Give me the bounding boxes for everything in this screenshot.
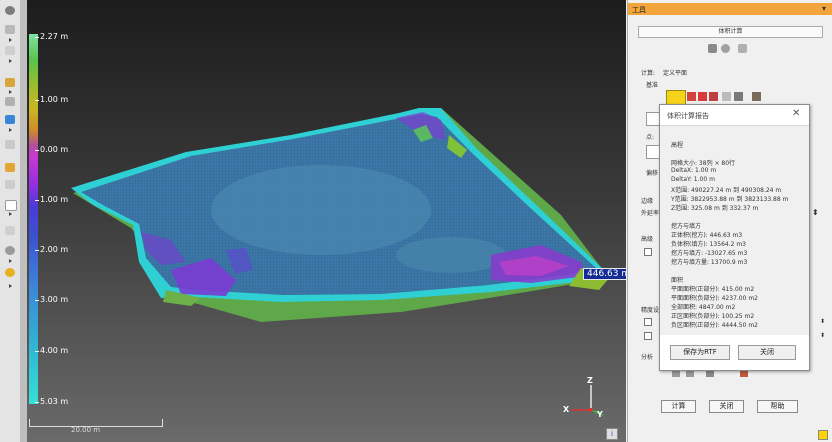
- tool-icon[interactable]: [721, 44, 730, 53]
- tool-icon[interactable]: [5, 6, 15, 15]
- report-line: DeltaY: 1.00 m: [671, 176, 715, 183]
- add-icon[interactable]: [698, 92, 707, 101]
- report-line: 面积: [671, 277, 684, 284]
- expand-arrow-icon[interactable]: [9, 59, 12, 63]
- chart-icon[interactable]: [740, 370, 748, 377]
- report-line: 挖方与填方量: 13700.9 m3: [671, 259, 748, 266]
- report-line: 挖方与填方: [671, 223, 702, 230]
- calc-button[interactable]: 计算: [661, 400, 696, 413]
- axis-icon[interactable]: [709, 92, 718, 101]
- close-icon[interactable]: ✕: [792, 108, 800, 119]
- report-line: 平面面积(负部分): 4237.00 m2: [671, 295, 758, 302]
- tool-icon[interactable]: [722, 92, 731, 101]
- tool-icon[interactable]: [752, 92, 761, 101]
- tool-icon[interactable]: [672, 370, 680, 377]
- tool-icon[interactable]: [5, 78, 15, 87]
- tool-icon[interactable]: [5, 115, 15, 124]
- 3d-viewport[interactable]: 2.27 m 1.00 m 0.00 m 1.00 m 2.00 m 3.00 …: [21, 0, 626, 442]
- tool-icon[interactable]: [5, 140, 15, 149]
- expand-arrow-icon[interactable]: [9, 90, 12, 94]
- section-label: 高级: [641, 236, 654, 243]
- close-button[interactable]: 关闭: [709, 400, 744, 413]
- section-label: 边缘: [641, 198, 654, 205]
- tool-icon[interactable]: [706, 370, 714, 377]
- report-body: 高程 网格大小: 38列 × 80行 DeltaX: 1.00 m DeltaY…: [660, 125, 809, 335]
- panel-title: 工具: [632, 6, 646, 14]
- report-line: Y范围: 3822953.88 m 到 3823133.88 m: [671, 196, 789, 203]
- point-label: 点:: [646, 134, 655, 141]
- tool-icon[interactable]: [686, 370, 694, 377]
- report-line: X范围: 490227.24 m 到 490308.24 m: [671, 187, 782, 194]
- report-line: 正区面积(负部分): 100.25 m2: [671, 313, 755, 320]
- axis-gizmo: [571, 385, 604, 416]
- pin-icon[interactable]: ▾: [822, 4, 826, 13]
- report-line: 平面面积(正部分): 415.00 m2: [671, 286, 755, 293]
- axis-y-label: Y: [597, 410, 603, 419]
- expand-arrow-icon[interactable]: [9, 212, 12, 216]
- plane-tool-icon[interactable]: [666, 90, 686, 105]
- report-line: 正体积(挖方): 446.63 m3: [671, 232, 743, 239]
- volume-report-dialog: 体积计算报告 ✕ 高程 网格大小: 38列 × 80行 DeltaX: 1.00…: [659, 104, 810, 371]
- report-line: 全部面积: 4847.00 m2: [671, 304, 736, 311]
- tool-icon[interactable]: [708, 44, 717, 53]
- expand-arrow-icon[interactable]: [9, 284, 12, 288]
- spin-icon[interactable]: ⬍: [812, 208, 819, 217]
- expand-arrow-icon[interactable]: [9, 259, 12, 263]
- record-icon[interactable]: [5, 268, 15, 277]
- checkbox[interactable]: [644, 248, 652, 256]
- tool-icon[interactable]: [5, 226, 15, 235]
- scale-label: 20.00 m: [71, 426, 101, 434]
- report-line: DeltaX: 1.00 m: [671, 167, 717, 174]
- expand-arrow-icon[interactable]: [9, 128, 12, 132]
- panel-header: 工具 ▾: [628, 3, 832, 15]
- volume-label: 446.63 m3: [583, 268, 626, 280]
- tool-icon[interactable]: [5, 200, 17, 211]
- report-line: Z范围: 325.08 m 到 332.37 m: [671, 205, 759, 212]
- section-label: 分析: [641, 354, 654, 361]
- tool-icon[interactable]: [687, 92, 696, 101]
- lock-icon[interactable]: [818, 430, 828, 440]
- report-line: 挖方与填方: -13027.65 m3: [671, 250, 748, 257]
- tool-icon[interactable]: [5, 25, 15, 34]
- dialog-close-button[interactable]: 关闭: [738, 345, 796, 360]
- tool-icon[interactable]: [5, 46, 15, 55]
- help-button[interactable]: 帮助: [757, 400, 798, 413]
- axis-z-label: Z: [587, 376, 593, 385]
- calc-value: 定义平面: [663, 70, 688, 77]
- spin-icon[interactable]: ⬍: [820, 332, 825, 339]
- tool-icon[interactable]: [5, 97, 15, 106]
- terrain-surface: [71, 108, 611, 322]
- warning-icon[interactable]: [5, 163, 15, 172]
- section-label: 外延率: [641, 210, 660, 217]
- report-line: 高程: [671, 142, 684, 149]
- checkbox[interactable]: [644, 318, 652, 326]
- dir-label: 偏移: [646, 170, 659, 177]
- calc-label: 计算:: [641, 70, 656, 77]
- tool-icon[interactable]: [738, 44, 747, 53]
- info-icon[interactable]: i: [606, 428, 618, 440]
- save-rtf-button[interactable]: 保存为RTF: [670, 345, 730, 360]
- report-line: 负区面积(正部分): 4444.50 m2: [671, 322, 758, 329]
- report-line: 网格大小: 38列 × 80行: [671, 160, 736, 167]
- spin-icon[interactable]: ⬍: [820, 318, 825, 325]
- expand-arrow-icon[interactable]: [9, 38, 12, 42]
- dialog-title: 体积计算报告: [667, 112, 709, 120]
- checkbox[interactable]: [644, 332, 652, 340]
- tool-icon[interactable]: [5, 180, 15, 189]
- plane-label: 基准: [646, 82, 659, 89]
- tool-icon[interactable]: [5, 246, 15, 255]
- left-toolbar: [0, 0, 21, 442]
- section-title: 体积计算: [638, 26, 823, 38]
- tool-icon[interactable]: [734, 92, 743, 101]
- report-line: 负体积(填方): 13564.2 m3: [671, 241, 746, 248]
- axis-x-label: X: [563, 405, 570, 414]
